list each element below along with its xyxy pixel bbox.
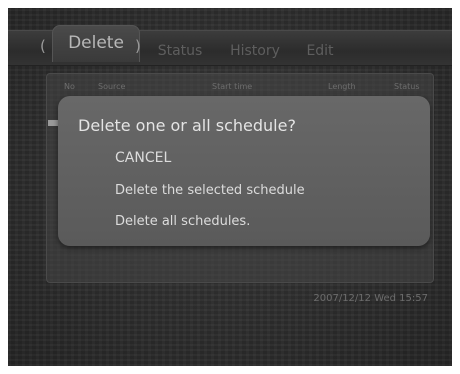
column-header-start-time: Start time	[212, 82, 253, 91]
tv-screen: ( Delete ) Status History Edit No Source…	[8, 8, 452, 366]
cancel-option[interactable]: CANCEL	[115, 150, 171, 166]
date-time-display: 2007/12/12 Wed 15:57	[313, 293, 428, 304]
tab-edit[interactable]: Edit	[300, 38, 340, 64]
tab-status[interactable]: Status	[150, 38, 210, 64]
delete-selected-option[interactable]: Delete the selected schedule	[115, 183, 305, 198]
table-header: No Source Start time Length Status	[46, 79, 432, 95]
dialog-title: Delete one or all schedule?	[78, 116, 296, 135]
column-header-source: Source	[98, 82, 126, 91]
selected-row-marker	[48, 120, 58, 126]
column-header-status: Status	[394, 82, 420, 91]
tab-history[interactable]: History	[220, 38, 290, 64]
delete-dialog: Delete one or all schedule? CANCEL Delet…	[58, 96, 430, 246]
column-header-length: Length	[328, 82, 356, 91]
column-header-no: No	[64, 82, 75, 91]
tab-delete[interactable]: Delete	[52, 25, 140, 62]
delete-all-option[interactable]: Delete all schedules.	[115, 214, 250, 229]
tab-right-bracket: )	[135, 37, 141, 55]
tab-left-bracket: (	[40, 37, 46, 55]
